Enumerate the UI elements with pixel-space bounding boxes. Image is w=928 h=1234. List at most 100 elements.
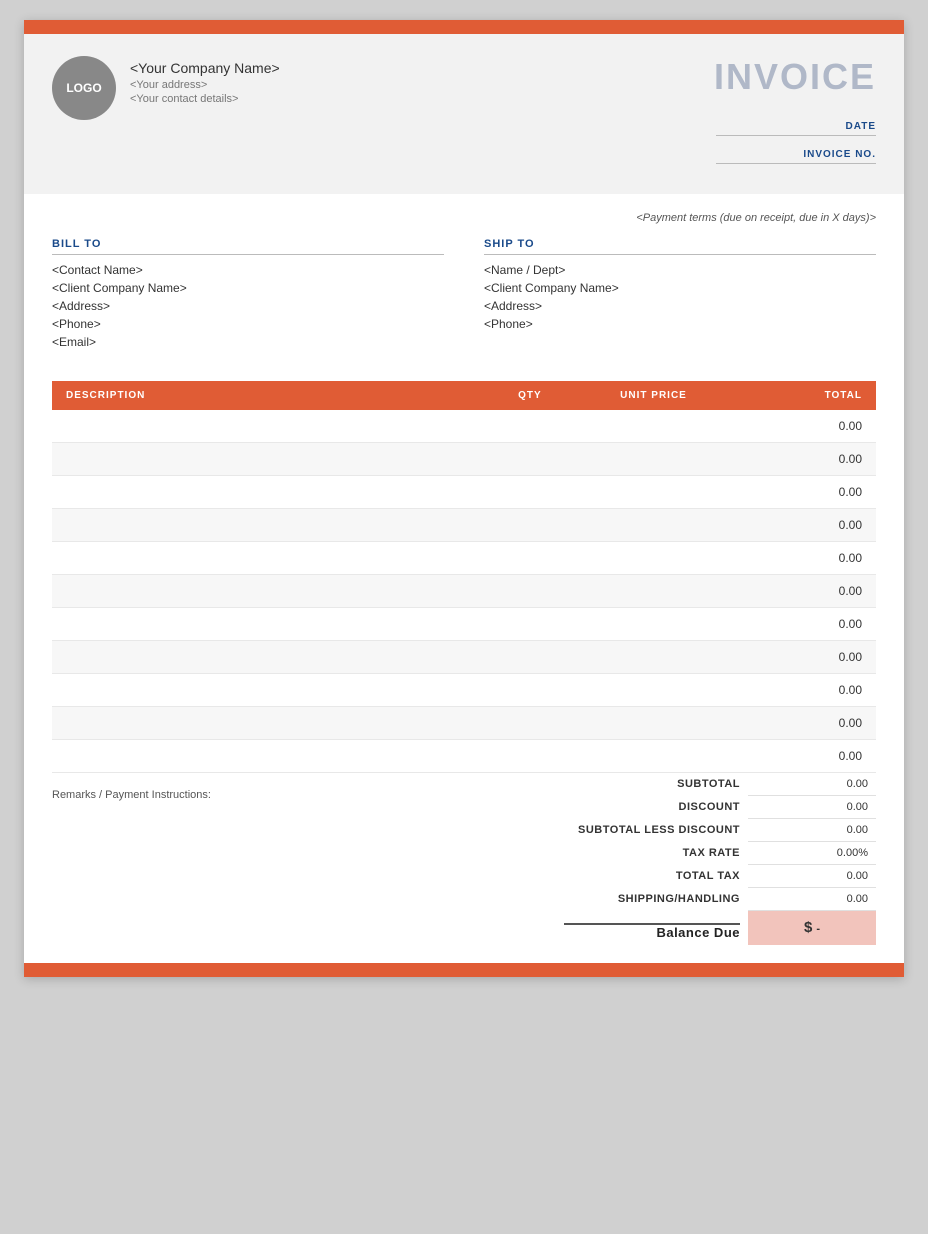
bill-phone: <Phone>: [52, 317, 444, 331]
row-total: 0.00: [728, 476, 876, 509]
col-total: TOTAL: [728, 381, 876, 410]
invoice-right: INVOICE DATE INVOICE NO.: [656, 56, 876, 172]
table-row: 0.00: [52, 443, 876, 476]
bill-to-section: BILL TO <Contact Name> <Client Company N…: [52, 238, 444, 353]
ship-company-name: <Client Company Name>: [484, 281, 876, 295]
company-address: <Your address>: [130, 79, 280, 91]
balance-due-currency: $: [804, 919, 812, 936]
company-contact: <Your contact details>: [130, 93, 280, 105]
row-unit-price: [579, 542, 727, 575]
row-qty: [480, 443, 579, 476]
row-unit-price: [579, 476, 727, 509]
row-total: 0.00: [728, 575, 876, 608]
row-description: [52, 575, 480, 608]
ship-phone: <Phone>: [484, 317, 876, 331]
tax-rate-value: 0.00%: [748, 842, 876, 865]
row-description: [52, 740, 480, 773]
discount-row: DISCOUNT 0.00: [556, 796, 876, 819]
content-section: <Payment terms (due on receipt, due in X…: [24, 194, 904, 363]
invoice-page: LOGO <Your Company Name> <Your address> …: [24, 20, 904, 977]
remarks-area: Remarks / Payment Instructions:: [52, 773, 556, 803]
bill-ship-row: BILL TO <Contact Name> <Client Company N…: [52, 238, 876, 353]
table-row: 0.00: [52, 476, 876, 509]
col-unit-price: UNIT PRICE: [579, 381, 727, 410]
bill-to-label: BILL TO: [52, 238, 444, 255]
row-qty: [480, 608, 579, 641]
top-accent-bar: [24, 20, 904, 34]
summary-section: Remarks / Payment Instructions: SUBTOTAL…: [24, 773, 904, 963]
col-qty: QTY: [480, 381, 579, 410]
table-row: 0.00: [52, 641, 876, 674]
row-total: 0.00: [728, 443, 876, 476]
bill-contact-name: <Contact Name>: [52, 263, 444, 277]
row-qty: [480, 542, 579, 575]
company-text: <Your Company Name> <Your address> <Your…: [130, 56, 280, 107]
balance-due-amount: -: [816, 923, 820, 935]
payment-terms: <Payment terms (due on receipt, due in X…: [52, 212, 876, 224]
row-unit-price: [579, 443, 727, 476]
ship-to-section: SHIP TO <Name / Dept> <Client Company Na…: [484, 238, 876, 353]
row-total: 0.00: [728, 707, 876, 740]
date-label: DATE: [716, 121, 876, 136]
row-qty: [480, 641, 579, 674]
row-total: 0.00: [728, 674, 876, 707]
row-description: [52, 608, 480, 641]
row-unit-price: [579, 575, 727, 608]
row-qty: [480, 476, 579, 509]
total-tax-label: TOTAL TAX: [556, 865, 748, 888]
row-unit-price: [579, 707, 727, 740]
row-qty: [480, 707, 579, 740]
table-section: DESCRIPTION QTY UNIT PRICE TOTAL 0.00 0.…: [24, 363, 904, 773]
row-description: [52, 509, 480, 542]
row-total: 0.00: [728, 542, 876, 575]
ship-address: <Address>: [484, 299, 876, 313]
subtotal-value: 0.00: [748, 773, 876, 796]
ship-to-label: SHIP TO: [484, 238, 876, 255]
invoice-title: INVOICE: [656, 56, 876, 98]
subtotal-label: SUBTOTAL: [556, 773, 748, 796]
row-total: 0.00: [728, 509, 876, 542]
subtotal-less-discount-row: SUBTOTAL LESS DISCOUNT 0.00: [556, 819, 876, 842]
tax-rate-row: TAX RATE 0.00%: [556, 842, 876, 865]
bill-company-name: <Client Company Name>: [52, 281, 444, 295]
subtotal-row: SUBTOTAL 0.00: [556, 773, 876, 796]
row-description: [52, 476, 480, 509]
logo-circle: LOGO: [52, 56, 116, 120]
row-description: [52, 410, 480, 443]
table-row: 0.00: [52, 707, 876, 740]
row-total: 0.00: [728, 410, 876, 443]
row-unit-price: [579, 410, 727, 443]
table-row: 0.00: [52, 740, 876, 773]
table-row: 0.00: [52, 608, 876, 641]
subtotal-less-discount-label: SUBTOTAL LESS DISCOUNT: [556, 819, 748, 842]
row-unit-price: [579, 509, 727, 542]
invoice-no-field: INVOICE NO.: [656, 144, 876, 164]
date-field: DATE: [656, 116, 876, 136]
invoice-no-label: INVOICE NO.: [716, 149, 876, 164]
table-row: 0.00: [52, 542, 876, 575]
row-description: [52, 641, 480, 674]
company-name: <Your Company Name>: [130, 60, 280, 76]
totals-table: SUBTOTAL 0.00 DISCOUNT 0.00 SUBTOTAL LES…: [556, 773, 876, 945]
table-row: 0.00: [52, 575, 876, 608]
remarks-label: Remarks / Payment Instructions:: [52, 789, 211, 801]
company-info: LOGO <Your Company Name> <Your address> …: [52, 56, 280, 120]
header-section: LOGO <Your Company Name> <Your address> …: [24, 34, 904, 194]
shipping-row: SHIPPING/HANDLING 0.00: [556, 888, 876, 911]
table-row: 0.00: [52, 509, 876, 542]
row-unit-price: [579, 740, 727, 773]
row-unit-price: [579, 641, 727, 674]
tax-rate-label: TAX RATE: [556, 842, 748, 865]
row-unit-price: [579, 608, 727, 641]
balance-due-label: Balance Due: [556, 911, 748, 945]
shipping-label: SHIPPING/HANDLING: [556, 888, 748, 911]
invoice-table: DESCRIPTION QTY UNIT PRICE TOTAL 0.00 0.…: [52, 381, 876, 773]
totals-area: SUBTOTAL 0.00 DISCOUNT 0.00 SUBTOTAL LES…: [556, 773, 876, 945]
row-qty: [480, 740, 579, 773]
discount-value: 0.00: [748, 796, 876, 819]
table-row: 0.00: [52, 674, 876, 707]
bill-email: <Email>: [52, 335, 444, 349]
row-qty: [480, 575, 579, 608]
total-tax-row: TOTAL TAX 0.00: [556, 865, 876, 888]
subtotal-less-discount-value: 0.00: [748, 819, 876, 842]
